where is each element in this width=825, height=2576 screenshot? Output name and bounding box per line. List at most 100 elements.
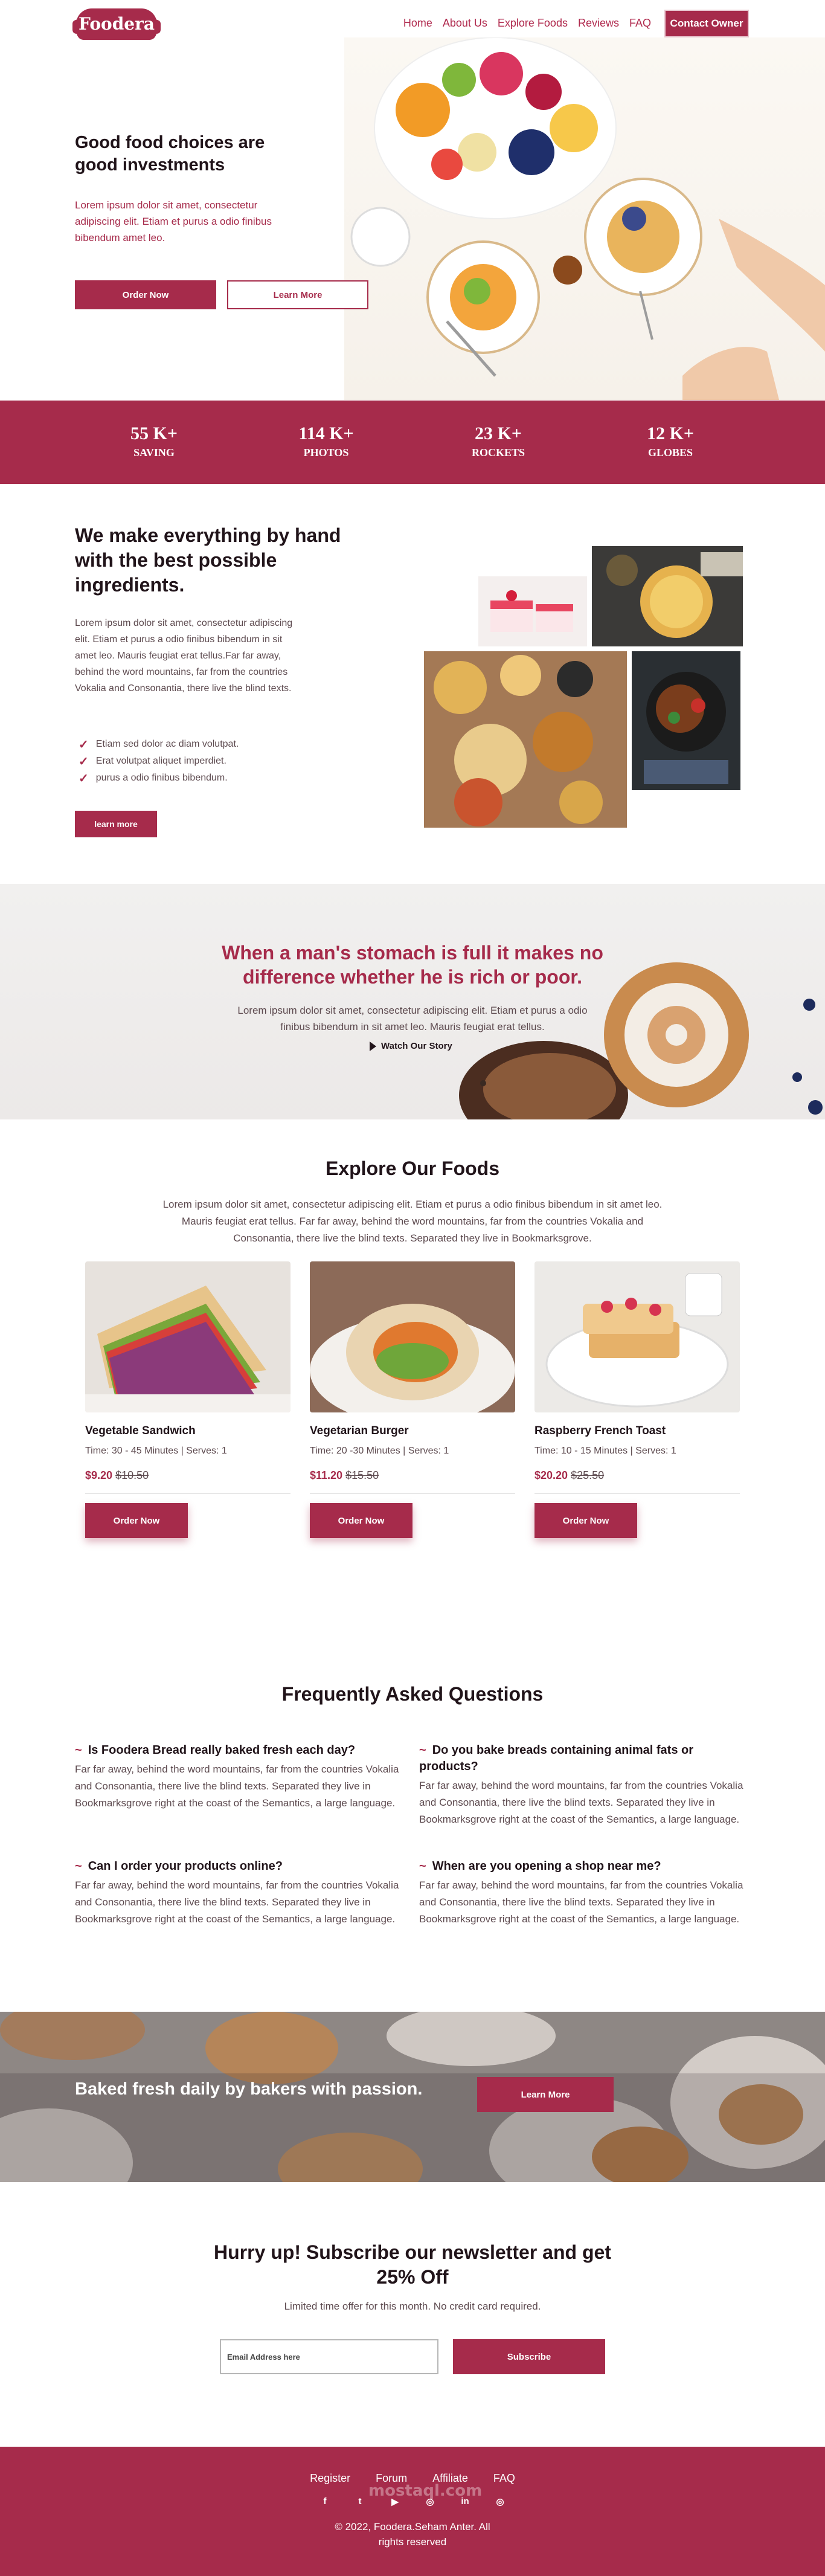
vegetarian-burger-image <box>310 1261 515 1412</box>
hero-text: Lorem ipsum dolor sit amet, consectetur … <box>75 199 272 243</box>
faq-question: When are you opening a shop near me? <box>432 1860 661 1873</box>
newsletter-title: Hurry up! Subscribe our newsletter and g… <box>214 2241 611 2288</box>
cake-photo <box>478 576 587 646</box>
faq-title: Frequently Asked Questions <box>281 1683 544 1705</box>
check-icon: ✓ <box>79 738 89 752</box>
explore-text: Lorem ipsum dolor sit amet, consectetur … <box>162 1199 663 1244</box>
quote-title: When a man's stomach is full it makes no… <box>222 942 603 988</box>
stat-label: PHOTOS <box>303 446 349 459</box>
stats-band: 55 K+ SAVING 114 K+ PHOTOS 23 K+ ROCKETS… <box>0 401 825 484</box>
card-divider <box>310 1493 515 1494</box>
about-learn-more-button[interactable]: learn more <box>75 811 157 837</box>
footer-link-register[interactable]: Register <box>310 2472 350 2485</box>
current-price: $11.20 <box>310 1469 343 1481</box>
stat-saving: 55 K+ SAVING <box>94 423 214 461</box>
email-input[interactable] <box>220 2339 438 2374</box>
vegetable-sandwich-image <box>85 1261 291 1412</box>
twitter-icon[interactable]: t <box>354 2496 366 2507</box>
food-meta: Time: 20 -30 Minutes | Serves: 1 <box>310 1446 449 1456</box>
faq-answer: Far far away, behind the word mountains,… <box>75 1763 399 1809</box>
hero-learn-more-button[interactable]: Learn More <box>227 280 368 309</box>
nav-link-reviews[interactable]: Reviews <box>578 17 619 30</box>
banner-learn-more-button[interactable]: Learn More <box>477 2077 614 2112</box>
check-item: ✓ Erat volutpat aliquet imperdiet. <box>79 753 239 770</box>
footer: Register Forum Affiliate FAQ f t ▶ ◎ in … <box>0 2447 825 2576</box>
food-card-vegetarian-burger[interactable]: Vegetarian Burger Time: 20 -30 Minutes |… <box>310 1261 515 1539</box>
check-item-label: Etiam sed dolor ac diam volutpat. <box>95 739 239 749</box>
food-price: $20.20 $25.50 <box>534 1469 604 1482</box>
faq-question: Is Foodera Bread really baked fresh each… <box>88 1744 356 1757</box>
food-meta: Time: 10 - 15 Minutes | Serves: 1 <box>534 1446 676 1456</box>
check-item: ✓ purus a odio finibus bibendum. <box>79 770 239 787</box>
subscribe-button[interactable]: Subscribe <box>453 2339 605 2374</box>
quote-banner: When a man's stomach is full it makes no… <box>0 884 825 1119</box>
faq-answer: Far far away, behind the word mountains,… <box>419 1780 743 1825</box>
old-price: $25.50 <box>571 1469 605 1481</box>
quote-text: Lorem ipsum dolor sit amet, consectetur … <box>237 1005 588 1032</box>
watch-our-story-label: Watch Our Story <box>381 1041 452 1051</box>
faq-item[interactable]: ~ Do you bake breads containing animal fa… <box>419 1742 745 1828</box>
hero-food-platter-image <box>344 37 825 400</box>
faq-answer: Far far away, behind the word mountains,… <box>75 1879 399 1925</box>
hero-order-now-button[interactable]: Order Now <box>75 280 216 309</box>
vegetable-skillet-photo <box>632 651 740 790</box>
food-card-raspberry-french-toast[interactable]: Raspberry French Toast Time: 10 - 15 Min… <box>534 1261 740 1539</box>
play-icon <box>370 1041 376 1051</box>
tilde-icon: ~ <box>75 1860 82 1873</box>
food-name: Vegetable Sandwich <box>85 1425 196 1437</box>
tilde-icon: ~ <box>419 1860 426 1873</box>
logo-text: Foodera <box>79 14 155 34</box>
snack-platter-photo <box>424 651 627 828</box>
order-now-button[interactable]: Order Now <box>85 1503 188 1538</box>
instagram-icon[interactable]: ◎ <box>494 2496 506 2507</box>
order-now-button[interactable]: Order Now <box>534 1503 637 1538</box>
nav-link-explore-foods[interactable]: Explore Foods <box>498 17 568 30</box>
stat-value: 114 K+ <box>298 423 354 443</box>
stat-value: 55 K+ <box>130 423 178 443</box>
check-item: ✓ Etiam sed dolor ac diam volutpat. <box>79 736 239 753</box>
stat-label: SAVING <box>133 446 175 459</box>
raspberry-french-toast-image <box>534 1261 740 1412</box>
baked-fresh-banner: Baked fresh daily by bakers with passion… <box>0 2012 825 2182</box>
current-price: $9.20 <box>85 1469 113 1481</box>
old-price: $15.50 <box>345 1469 379 1481</box>
nav-links: Home About Us Explore Foods Reviews FAQ <box>403 17 651 30</box>
food-price: $9.20 $10.50 <box>85 1469 149 1482</box>
stat-rockets: 23 K+ ROCKETS <box>438 423 559 461</box>
foodera-logo[interactable]: Foodera <box>76 8 157 40</box>
card-divider <box>85 1493 291 1494</box>
nav-link-faq[interactable]: FAQ <box>629 17 651 30</box>
facebook-icon[interactable]: f <box>319 2496 331 2507</box>
faq-item[interactable]: ~ When are you opening a shop near me? Fa… <box>419 1858 745 1928</box>
check-item-label: Erat volutpat aliquet imperdiet. <box>95 756 226 766</box>
food-card-vegetable-sandwich[interactable]: Vegetable Sandwich Time: 30 - 45 Minutes… <box>85 1261 291 1539</box>
order-now-button[interactable]: Order Now <box>310 1503 412 1538</box>
card-divider <box>534 1493 740 1494</box>
pie-photo <box>592 546 743 646</box>
stat-label: ROCKETS <box>471 446 525 459</box>
faq-item[interactable]: ~ Is Foodera Bread really baked fresh eac… <box>75 1742 401 1812</box>
hero-title: Good food choices are good investments <box>75 133 265 175</box>
nav-link-home[interactable]: Home <box>403 17 432 30</box>
stat-value: 12 K+ <box>647 423 694 443</box>
stat-photos: 114 K+ PHOTOS <box>266 423 387 461</box>
stat-globes: 12 K+ GLOBES <box>610 423 731 461</box>
check-icon: ✓ <box>79 771 89 785</box>
nav-link-about-us[interactable]: About Us <box>443 17 487 30</box>
contact-owner-button[interactable]: Contact Owner <box>664 10 749 37</box>
watch-our-story-link[interactable]: Watch Our Story <box>370 1041 452 1051</box>
tilde-icon: ~ <box>419 1744 426 1757</box>
copyright-text: © 2022, Foodera.Seham Anter. All rights … <box>335 2521 490 2548</box>
footer-link-faq[interactable]: FAQ <box>493 2472 515 2485</box>
food-price: $11.20 $15.50 <box>310 1469 379 1482</box>
about-text: Lorem ipsum dolor sit amet, consectetur … <box>75 618 293 694</box>
food-meta: Time: 30 - 45 Minutes | Serves: 1 <box>85 1446 227 1456</box>
about-title: We make everything by hand with the best… <box>75 524 341 596</box>
tilde-icon: ~ <box>75 1744 82 1757</box>
faq-item[interactable]: ~ Can I order your products online? Far f… <box>75 1858 401 1928</box>
check-icon: ✓ <box>79 755 89 768</box>
faq-answer: Far far away, behind the word mountains,… <box>419 1879 743 1925</box>
check-item-label: purus a odio finibus bibendum. <box>95 773 228 783</box>
feature-check-list: ✓ Etiam sed dolor ac diam volutpat. ✓ Erat… <box>79 736 239 787</box>
mostaql-watermark: mostaql.com <box>368 2482 483 2500</box>
